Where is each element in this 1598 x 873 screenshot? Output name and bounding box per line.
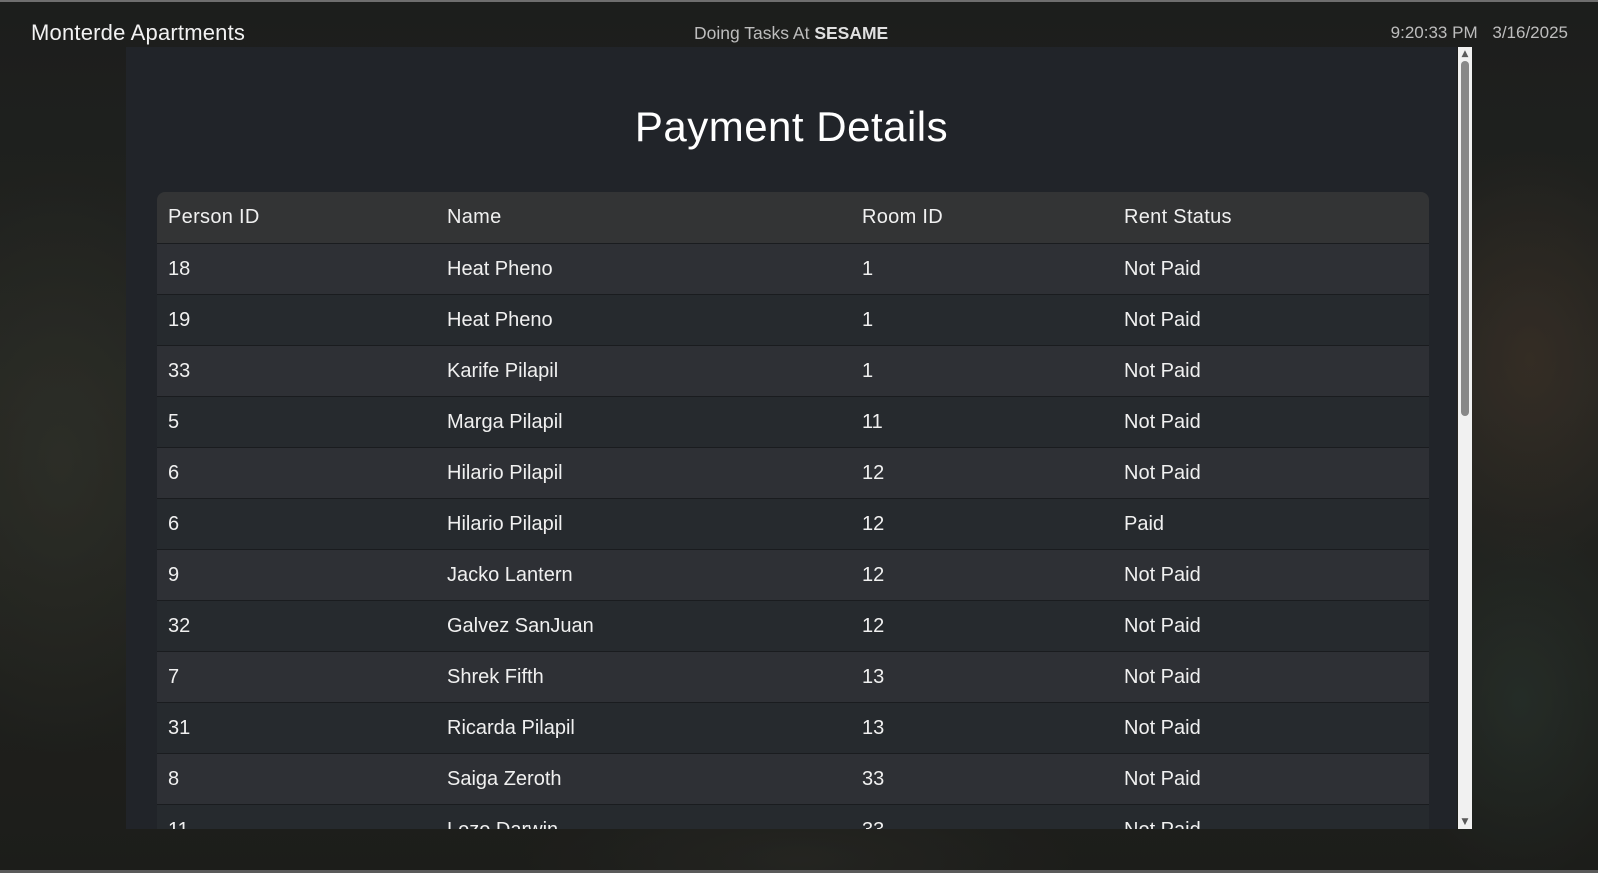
payment-details-panel[interactable]: Payment Details Person ID Name Room ID R…	[126, 47, 1457, 829]
scrollbar-thumb[interactable]	[1461, 61, 1469, 416]
cell-room-id: 12	[851, 498, 1113, 550]
table-row[interactable]: 11Lozo Darwin33Not Paid	[157, 804, 1429, 829]
cell-rent-status: Not Paid	[1113, 804, 1429, 829]
cell-name: Heat Pheno	[436, 243, 851, 295]
cell-room-id: 12	[851, 549, 1113, 601]
cell-person-id: 32	[157, 600, 436, 652]
cell-name: Shrek Fifth	[436, 651, 851, 703]
cell-name: Hilario Pilapil	[436, 447, 851, 499]
table-row[interactable]: 8 Saiga Zeroth 33 Not Paid	[157, 753, 1429, 805]
clock-date: 3/16/2025	[1492, 23, 1568, 42]
cell-room-id: 1	[851, 345, 1113, 397]
cell-rent-status: Not Paid	[1113, 651, 1429, 703]
cell-person-id: 7	[157, 651, 436, 703]
table-row[interactable]: 19 Heat Pheno 1 Not Paid	[157, 294, 1429, 346]
cell-room-id: 13	[851, 702, 1113, 754]
cell-rent-status: Not Paid	[1113, 243, 1429, 295]
cell-room-id: 1	[851, 243, 1113, 295]
cell-room-id: 1	[851, 294, 1113, 346]
cell-rent-status: Not Paid	[1113, 753, 1429, 805]
cell-person-id: 9	[157, 549, 436, 601]
vertical-scrollbar[interactable]: ▲ ▼	[1458, 47, 1472, 829]
top-bar: Monterde Apartments Doing Tasks At SESAM…	[0, 0, 1598, 66]
cell-room-id: 11	[851, 396, 1113, 448]
cell-person-id: 6	[157, 447, 436, 499]
table-row[interactable]: 32 Galvez SanJuan 12 Not Paid	[157, 600, 1429, 652]
cell-rent-status: Not Paid	[1113, 549, 1429, 601]
cell-name: Hilario Pilapil	[436, 498, 851, 550]
cell-rent-status: Not Paid	[1113, 345, 1429, 397]
table-row[interactable]: 6 Hilario Pilapil 12 Paid	[157, 498, 1429, 550]
table-header-row: Person ID Name Room ID Rent Status	[157, 192, 1429, 244]
cell-rent-status: Paid	[1113, 498, 1429, 550]
cell-name: Jacko Lantern	[436, 549, 851, 601]
table-row[interactable]: 31 Ricarda Pilapil 13 Not Paid	[157, 702, 1429, 754]
column-header-rent-status: Rent Status	[1124, 206, 1232, 228]
page-title: Payment Details	[634, 103, 949, 150]
table-row[interactable]: 5 Marga Pilapil 11 Not Paid	[157, 396, 1429, 448]
cell-name: Saiga Zeroth	[436, 753, 851, 805]
clock-time: 9:20:33 PM	[1390, 23, 1478, 42]
table-row[interactable]: 18 Heat Pheno 1 Not Paid	[157, 243, 1429, 295]
cell-room-id: 12	[851, 447, 1113, 499]
payment-table: Person ID Name Room ID Rent Status 18 Hea…	[157, 192, 1429, 829]
payment-table-container: Person ID Name Room ID Rent Status 18 Hea…	[157, 192, 1429, 829]
cell-person-id: 33	[157, 345, 436, 397]
tasks-prefix: Doing Tasks At	[694, 23, 810, 43]
cell-room-id: 33	[851, 753, 1113, 805]
column-header-name: Name	[447, 206, 502, 228]
cell-name: Karife Pilapil	[436, 345, 851, 397]
cell-name: Galvez SanJuan	[436, 600, 851, 652]
cell-rent-status: Not Paid	[1113, 294, 1429, 346]
cell-rent-status: Not Paid	[1113, 600, 1429, 652]
table-row[interactable]: 6 Hilario Pilapil 12 Not Paid	[157, 447, 1429, 499]
table-header: Person ID Name Room ID Rent Status	[157, 192, 1429, 244]
tasks-status: Doing Tasks At SESAME	[694, 23, 888, 44]
cell-person-id: 18	[157, 243, 436, 295]
cell-name: Lozo Darwin	[436, 804, 851, 829]
scroll-up-arrow-icon[interactable]: ▲	[1458, 47, 1472, 61]
cell-rent-status: Not Paid	[1113, 396, 1429, 448]
cell-room-id: 12	[851, 600, 1113, 652]
cell-person-id: 6	[157, 498, 436, 550]
scroll-down-arrow-icon[interactable]: ▼	[1458, 815, 1472, 829]
table-body: 18 Heat Pheno 1 Not Paid 19 Heat Pheno 1 Not Pa…	[157, 243, 1429, 829]
table-row[interactable]: 9 Jacko Lantern 12 Not Paid	[157, 549, 1429, 601]
tasks-location: SESAME	[814, 23, 889, 43]
cell-person-id: 11	[157, 804, 436, 829]
cell-room-id: 33	[851, 804, 1113, 829]
table-row[interactable]: 33 Karife Pilapil 1 Not Paid	[157, 345, 1429, 397]
cell-rent-status: Not Paid	[1113, 447, 1429, 499]
column-header-room-id: Room ID	[862, 206, 944, 228]
cell-room-id: 13	[851, 651, 1113, 703]
cell-name: Heat Pheno	[436, 294, 851, 346]
clock: 9:20:33 PM 3/16/2025	[1391, 23, 1568, 43]
cell-name: Ricarda Pilapil	[436, 702, 851, 754]
column-header-person-id: Person ID	[168, 206, 260, 228]
cell-rent-status: Not Paid	[1113, 702, 1429, 754]
app-title: Monterde Apartments	[31, 20, 246, 45]
cell-person-id: 8	[157, 753, 436, 805]
cell-name: Marga Pilapil	[436, 396, 851, 448]
cell-person-id: 19	[157, 294, 436, 346]
cell-person-id: 31	[157, 702, 436, 754]
table-row[interactable]: 7 Shrek Fifth 13 Not Paid	[157, 651, 1429, 703]
cell-person-id: 5	[157, 396, 436, 448]
